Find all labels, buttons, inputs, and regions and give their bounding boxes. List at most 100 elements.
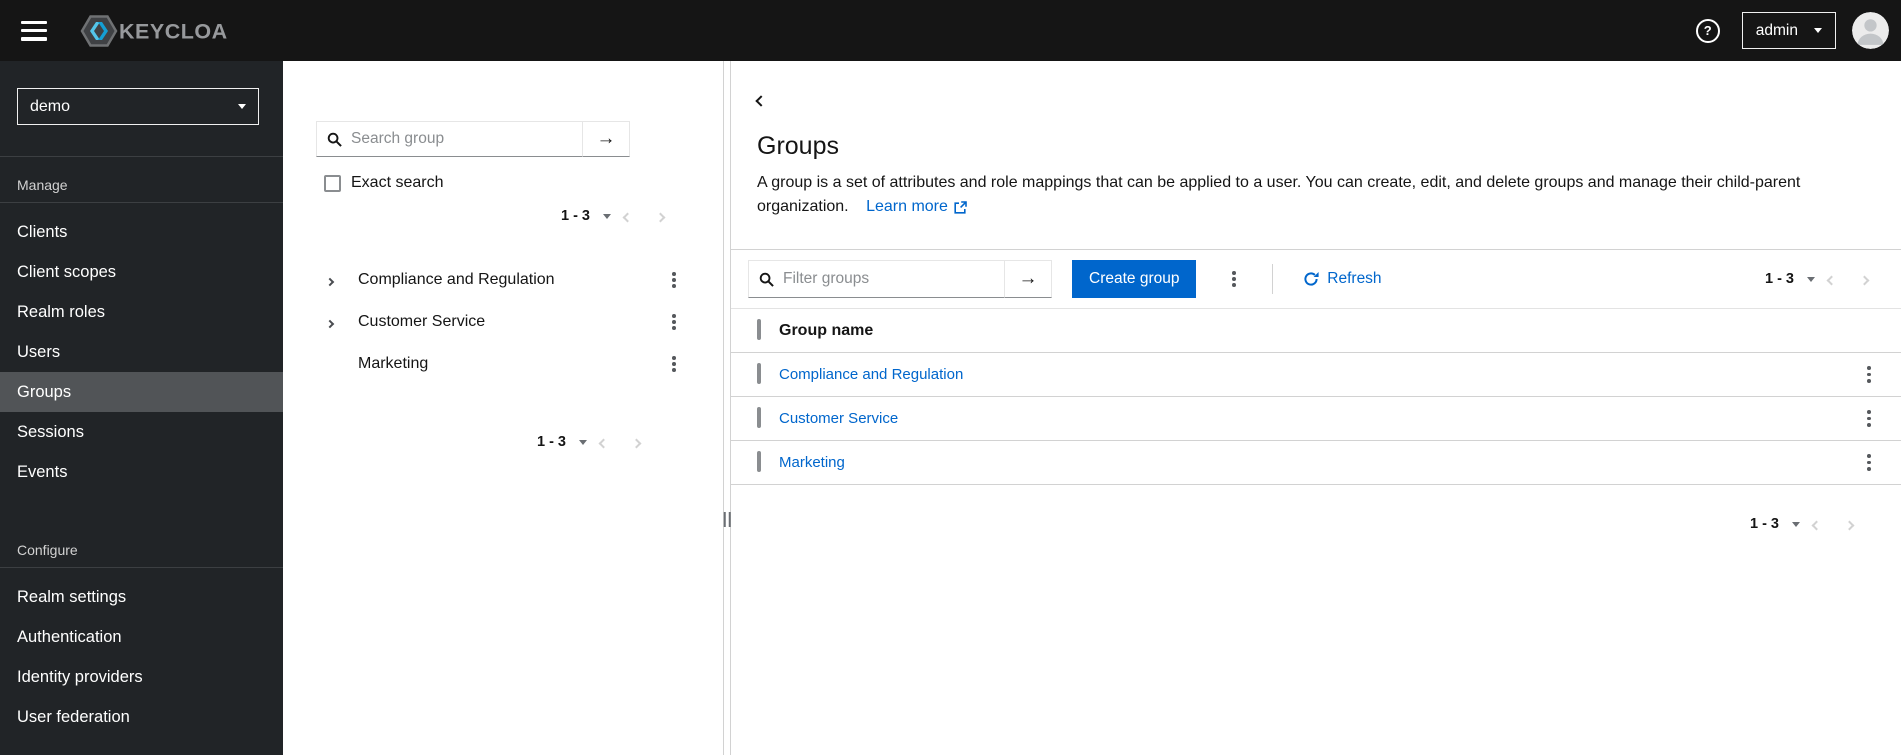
sidebar-item-sessions[interactable]: Sessions (0, 412, 283, 452)
pagination-prev-button[interactable] (587, 435, 620, 450)
exact-search-label: Exact search (351, 174, 444, 191)
sidebar-item-clients[interactable]: Clients (0, 212, 283, 252)
sidebar-item-groups[interactable]: Groups (0, 372, 283, 412)
masthead: KEYCLOAK ? admin (0, 0, 1901, 61)
groups-main-panel: Groups A group is a set of attributes an… (731, 61, 1901, 755)
chevron-right-icon (1859, 275, 1870, 285)
pagination-next-button[interactable] (620, 435, 653, 450)
table-pagination-top: 1 - 3 (1765, 264, 1891, 294)
row-checkbox[interactable] (757, 451, 761, 473)
row-kebab-menu-icon[interactable] (1859, 406, 1879, 430)
sidebar-item-realm-roles[interactable]: Realm roles (0, 292, 283, 332)
learn-more-label: Learn more (866, 198, 948, 215)
pagination-next-button[interactable] (1833, 517, 1866, 532)
refresh-icon (1304, 272, 1319, 286)
user-menu-dropdown[interactable]: admin (1741, 12, 1836, 49)
help-icon[interactable]: ? (1695, 18, 1720, 43)
pagination-range-toggle[interactable]: 1 - 3 (1750, 516, 1800, 532)
chevron-left-icon (1826, 275, 1837, 285)
pagination-range-toggle[interactable]: 1 - 3 (537, 434, 587, 450)
toolbar-divider (1272, 264, 1274, 294)
caret-down-icon (1807, 276, 1815, 282)
search-group-input[interactable] (351, 130, 572, 148)
tree-item-label[interactable]: Marketing (358, 355, 664, 373)
kebab-menu-icon[interactable] (664, 310, 684, 334)
pagination-prev-button[interactable] (1815, 272, 1848, 287)
user-avatar[interactable] (1852, 12, 1889, 49)
group-search-box: → (316, 121, 630, 157)
chevron-left-icon (1811, 520, 1822, 530)
chevron-left-icon (598, 438, 609, 448)
caret-down-icon (603, 213, 611, 219)
sidebar-item-identity-providers[interactable]: Identity providers (0, 657, 283, 697)
table-row: Customer Service (731, 397, 1901, 441)
kebab-menu-icon[interactable] (664, 352, 684, 376)
tree-item-marketing: Marketing (283, 343, 723, 385)
external-link-icon (954, 200, 967, 214)
refresh-label: Refresh (1327, 270, 1382, 287)
groups-table: Group name Compliance and Regulation Cus… (731, 308, 1901, 485)
realm-selector[interactable]: demo (17, 88, 259, 125)
toolbar-kebab-menu-icon[interactable] (1224, 267, 1244, 291)
kebab-menu-icon[interactable] (664, 268, 684, 292)
keycloak-logo: KEYCLOAK (73, 13, 227, 49)
hamburger-menu-icon[interactable] (21, 20, 47, 41)
filter-groups-input[interactable] (783, 270, 994, 288)
group-link[interactable]: Compliance and Regulation (779, 366, 963, 383)
panel-resize-splitter[interactable] (723, 61, 731, 755)
row-kebab-menu-icon[interactable] (1859, 362, 1879, 386)
table-row: Compliance and Regulation (731, 353, 1901, 397)
column-header-group-name: Group name (779, 321, 874, 339)
pagination-prev-button[interactable] (611, 209, 644, 224)
expand-chevron-icon[interactable] (325, 273, 351, 288)
create-group-button[interactable]: Create group (1072, 260, 1197, 298)
learn-more-link[interactable]: Learn more (866, 195, 967, 219)
filter-groups-submit-button[interactable]: → (1004, 260, 1052, 298)
realm-selector-value: demo (30, 97, 71, 115)
table-header-row: Group name (731, 308, 1901, 353)
tree-item-label[interactable]: Customer Service (358, 313, 664, 331)
pagination-range-toggle[interactable]: 1 - 3 (561, 208, 611, 224)
tree-item-compliance-and-regulation: Compliance and Regulation (283, 259, 723, 301)
pagination-prev-button[interactable] (1800, 517, 1833, 532)
groups-toolbar: → Create group Refresh 1 - 3 (731, 250, 1901, 308)
table-pagination-bottom: 1 - 3 (731, 509, 1901, 539)
chevron-left-icon (622, 212, 633, 222)
expand-chevron-icon[interactable] (325, 315, 351, 330)
pagination-next-button[interactable] (644, 209, 677, 224)
select-all-checkbox[interactable] (757, 319, 761, 341)
user-menu-label: admin (1755, 21, 1798, 39)
nav-section-manage: Manage (0, 157, 283, 203)
groups-tree-panel: → Exact search 1 - 3 Compliance and Regu… (283, 61, 723, 755)
row-checkbox[interactable] (757, 407, 761, 429)
group-link[interactable]: Marketing (779, 454, 845, 471)
keycloak-wordmark: KEYCLOAK (119, 19, 227, 43)
sidebar-item-authentication[interactable]: Authentication (0, 617, 283, 657)
sidebar-item-events[interactable]: Events (0, 452, 283, 492)
group-link[interactable]: Customer Service (779, 410, 898, 427)
row-checkbox[interactable] (757, 363, 761, 385)
pagination-range-toggle[interactable]: 1 - 3 (1765, 271, 1815, 287)
pagination-range: 1 - 3 (1764, 271, 1794, 287)
chevron-right-icon (631, 438, 642, 448)
search-group-submit-button[interactable]: → (582, 121, 630, 157)
sidebar-nav: demo Manage Clients Client scopes Realm … (0, 61, 283, 755)
page-description: A group is a set of attributes and role … (757, 171, 1846, 219)
tree-pagination-bottom: 1 - 3 (283, 427, 723, 457)
filter-groups-box: → (748, 260, 1052, 298)
exact-search-checkbox[interactable] (324, 174, 341, 192)
row-kebab-menu-icon[interactable] (1859, 450, 1879, 474)
pagination-next-button[interactable] (1848, 272, 1881, 287)
caret-down-icon (1792, 521, 1800, 527)
table-row: Marketing (731, 441, 1901, 485)
sidebar-item-user-federation[interactable]: User federation (0, 697, 283, 737)
collapse-panel-button[interactable] (753, 89, 769, 112)
chevron-right-icon (655, 212, 666, 222)
sidebar-item-realm-settings[interactable]: Realm settings (0, 577, 283, 617)
tree-item-label[interactable]: Compliance and Regulation (358, 271, 664, 289)
sidebar-item-client-scopes[interactable]: Client scopes (0, 252, 283, 292)
nav-section-configure: Configure (0, 522, 283, 568)
sidebar-item-users[interactable]: Users (0, 332, 283, 372)
refresh-button[interactable]: Refresh (1303, 270, 1382, 288)
tree-pagination-top: 1 - 3 (283, 201, 723, 231)
